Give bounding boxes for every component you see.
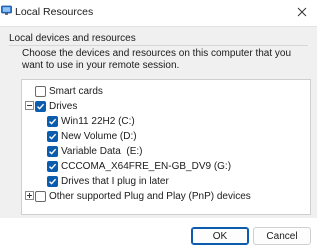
tree-item-drive-e[interactable]: Variable Data (E:) <box>47 145 143 157</box>
dialog-footer: OK Cancel <box>0 218 317 250</box>
close-icon <box>297 7 307 17</box>
group-label: Local devices and resources <box>9 33 136 44</box>
tree-item-drives-later[interactable]: Drives that I plug in later <box>47 175 169 187</box>
tree-item-label: Drives <box>49 100 78 112</box>
tree-item-label: CCCOMA_X64FRE_EN-GB_DV9 (G:) <box>61 160 232 172</box>
checkbox-drive-g[interactable] <box>47 160 58 172</box>
window-title: Local Resources <box>15 6 94 18</box>
tree-item-drive-d[interactable]: New Volume (D:) <box>47 130 137 142</box>
checkbox-drive-d[interactable] <box>47 130 58 142</box>
tree-item-other-devices[interactable]: Other supported Plug and Play (PnP) devi… <box>35 190 251 202</box>
remote-desktop-icon <box>1 5 12 15</box>
checkmark-icon <box>49 163 57 170</box>
checkmark-icon <box>49 118 57 125</box>
tree-item-label: Other supported Plug and Play (PnP) devi… <box>49 190 251 202</box>
tree-item-drives[interactable]: Drives <box>35 100 77 112</box>
device-tree[interactable]: Smart cards Drives Win11 22H2 (C:) New V… <box>21 79 311 215</box>
tree-item-label: Variable Data (E:) <box>61 145 143 157</box>
checkbox-drive-e[interactable] <box>47 145 58 157</box>
cancel-button[interactable]: Cancel <box>253 227 311 245</box>
checkmark-icon <box>49 148 57 155</box>
expand-other-devices-toggle[interactable] <box>25 191 34 200</box>
tree-item-label: Smart cards <box>49 85 103 97</box>
tree-item-drive-g[interactable]: CCCOMA_X64FRE_EN-GB_DV9 (G:) <box>47 160 231 172</box>
checkmark-icon <box>49 178 57 185</box>
group-description: Choose the devices and resources on this… <box>22 48 292 71</box>
checkbox-drive-c[interactable] <box>47 115 58 127</box>
tree-item-label: Drives that I plug in later <box>61 175 169 187</box>
tree-item-drive-c[interactable]: Win11 22H2 (C:) <box>47 115 135 127</box>
checkbox-drives-later[interactable] <box>47 175 58 187</box>
ok-button[interactable]: OK <box>191 227 249 245</box>
group-divider <box>9 45 308 46</box>
tree-item-label: New Volume (D:) <box>61 130 137 142</box>
checkmark-icon <box>49 133 57 140</box>
checkmark-icon <box>37 103 45 110</box>
checkbox-other-devices[interactable] <box>35 190 46 202</box>
close-button[interactable] <box>291 2 313 22</box>
checkbox-drives[interactable] <box>35 100 46 112</box>
dialog-body: Local devices and resources Choose the d… <box>0 26 317 218</box>
tree-item-label: Win11 22H2 (C:) <box>61 115 135 127</box>
checkbox-smart-cards[interactable] <box>35 85 46 97</box>
collapse-drives-toggle[interactable] <box>25 101 34 110</box>
title-bar: Local Resources <box>0 0 317 26</box>
tree-item-smart-cards[interactable]: Smart cards <box>35 85 103 97</box>
